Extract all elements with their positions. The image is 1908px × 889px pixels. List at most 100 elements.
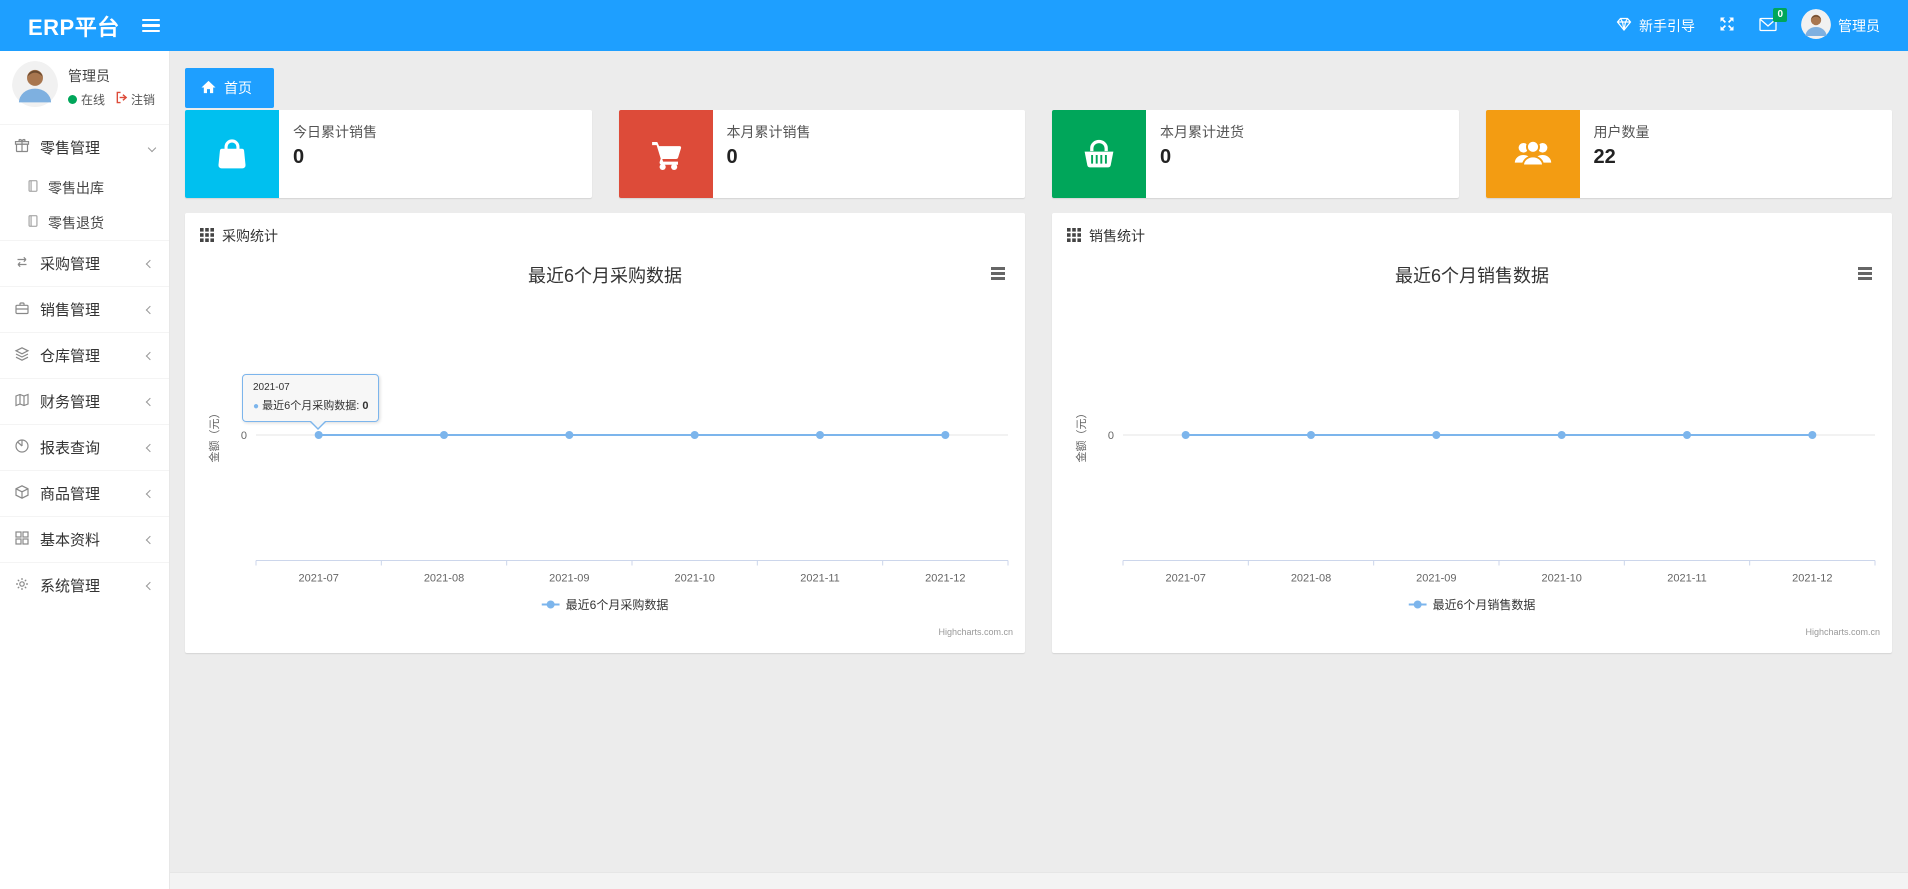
sidebar-item-retail-return[interactable]: 零售退货 <box>0 205 169 240</box>
gem-icon <box>1616 16 1632 35</box>
stat-card-label: 今日累计销售 <box>293 124 377 140</box>
stat-card-month-sales: 本月累计销售 0 <box>618 110 1025 198</box>
highcharts-credits[interactable]: Highcharts.com.cn <box>1805 627 1880 637</box>
sidebar-item-retail-outbound[interactable]: 零售出库 <box>0 170 169 205</box>
legend-label: 最近6个月销售数据 <box>1432 598 1536 612</box>
chart-title: 最近6个月采购数据 <box>527 266 682 286</box>
exchange-icon <box>14 254 30 274</box>
sidebar-item-warehouse[interactable]: 仓库管理 <box>0 332 169 378</box>
svg-text:2021-09: 2021-09 <box>1416 573 1456 585</box>
sidebar-item-retail[interactable]: 零售管理 <box>0 124 169 170</box>
grid-icon <box>14 530 30 550</box>
tab-home-label: 首页 <box>224 80 252 96</box>
guide-link[interactable]: 新手引导 <box>1616 16 1695 36</box>
cart-icon <box>618 110 713 198</box>
submenu-item-label: 零售退货 <box>48 214 104 231</box>
sidebar-item-label: 商品管理 <box>40 486 101 503</box>
document-icon <box>26 179 40 196</box>
tooltip-value: 0 <box>362 400 369 412</box>
guide-label: 新手引导 <box>1639 17 1695 34</box>
chevron-left-icon <box>145 397 155 406</box>
svg-text:2021-10: 2021-10 <box>1541 573 1581 585</box>
mail-badge: 0 <box>1773 7 1787 22</box>
stat-card-today-sales: 今日累计销售 0 <box>185 110 592 198</box>
sidebar-item-label: 基本资料 <box>40 532 101 549</box>
chart-tooltip: 2021-07 ● 最近6个月采购数据: 0 <box>242 374 380 430</box>
map-icon <box>14 392 30 412</box>
sidebar-item-label: 销售管理 <box>40 302 101 319</box>
stat-card-label: 本月累计进货 <box>1160 124 1244 140</box>
user-menu[interactable]: 管理员 <box>1801 9 1880 42</box>
sidebar-item-reports[interactable]: 报表查询 <box>0 424 169 470</box>
sidebar-item-basic-data[interactable]: 基本资料 <box>0 516 169 562</box>
sidebar-item-finance[interactable]: 财务管理 <box>0 378 169 424</box>
tooltip-series-label: 最近6个月采购数据: <box>262 400 360 412</box>
svg-text:2021-07: 2021-07 <box>1165 573 1205 585</box>
user-avatar <box>1801 9 1831 42</box>
highcharts-credits[interactable]: Highcharts.com.cn <box>938 627 1013 637</box>
svg-text:2021-08: 2021-08 <box>424 573 464 585</box>
tab-home[interactable]: 首页 <box>185 68 274 108</box>
sidebar-toggle-button[interactable] <box>136 10 166 42</box>
fullscreen-button[interactable] <box>1719 16 1735 35</box>
gear-icon <box>14 576 30 596</box>
chart-legend[interactable]: 最近6个月采购数据 <box>541 596 669 613</box>
svg-text:2021-09: 2021-09 <box>549 573 589 585</box>
pie-chart-icon <box>14 438 30 458</box>
retail-submenu: 零售出库 零售退货 <box>0 170 169 240</box>
stat-card-label: 本月累计销售 <box>726 124 811 140</box>
chevron-left-icon <box>145 489 155 498</box>
legend-label: 最近6个月采购数据 <box>565 598 669 612</box>
sidebar-item-products[interactable]: 商品管理 <box>0 470 169 516</box>
panel-title: 采购统计 <box>222 228 278 244</box>
online-status-icon <box>68 94 77 104</box>
stat-card-label: 用户数量 <box>1593 124 1650 140</box>
sales-chart[interactable]: 0 金额（元） 2021-07 2021-08 2021-09 2021-10 2021-1… <box>1052 246 1892 646</box>
charts-row: 采购统计 0 金额（元） 2021-07 2021-08 2021-09 2021-10 2… <box>185 213 1892 653</box>
logout-link[interactable]: 注销 <box>115 91 155 108</box>
svg-text:2021-10: 2021-10 <box>674 573 714 585</box>
layers-icon <box>14 346 30 366</box>
chevron-down-icon <box>147 143 157 152</box>
sidebar-item-label: 财务管理 <box>40 394 101 411</box>
svg-text:2021-11: 2021-11 <box>800 573 840 585</box>
stat-cards-row: 今日累计销售 0 本月累计销售 0 本月累计进货 0 用户数量 22 <box>185 110 1892 198</box>
th-grid-icon <box>200 227 214 245</box>
stat-card-value: 0 <box>293 146 305 168</box>
stat-card-value: 22 <box>1593 146 1616 168</box>
panel-title: 销售统计 <box>1089 228 1145 244</box>
purchase-stats-panel: 采购统计 0 金额（元） 2021-07 2021-08 2021-09 2021-10 2… <box>185 213 1025 653</box>
svg-text:2021-12: 2021-12 <box>1792 573 1832 585</box>
chart-export-menu-button[interactable] <box>988 264 1008 285</box>
chart-legend[interactable]: 最近6个月销售数据 <box>1408 596 1536 613</box>
svg-text:2021-11: 2021-11 <box>1667 573 1707 585</box>
chevron-left-icon <box>145 305 155 314</box>
app-brand: ERP平台 <box>28 14 120 40</box>
purchase-chart[interactable]: 0 金额（元） 2021-07 2021-08 2021-09 2021-10 2021-1… <box>185 246 1025 646</box>
svg-text:2021-08: 2021-08 <box>1291 573 1331 585</box>
sidebar-item-label: 仓库管理 <box>40 348 101 365</box>
sidebar-item-sales[interactable]: 销售管理 <box>0 286 169 332</box>
tooltip-category: 2021-07 <box>253 382 290 393</box>
briefcase-icon <box>14 300 30 320</box>
sidebar-user-panel: 管理员 在线 注销 <box>0 51 169 124</box>
sidebar-item-system[interactable]: 系统管理 <box>0 562 169 608</box>
chevron-left-icon <box>145 351 155 360</box>
stat-card-month-purchase: 本月累计进货 0 <box>1052 110 1459 198</box>
chart-export-menu-button[interactable] <box>1855 264 1875 285</box>
online-status-label: 在线 <box>81 92 106 107</box>
svg-text:金额（元）: 金额（元） <box>207 408 221 463</box>
logout-label: 注销 <box>131 92 156 107</box>
document-icon <box>26 214 40 231</box>
footer-strip <box>170 872 1908 889</box>
messages-button[interactable]: 0 <box>1759 7 1787 35</box>
home-icon <box>201 80 216 97</box>
sidebar-item-label: 零售管理 <box>40 140 101 157</box>
stat-card-value: 0 <box>726 146 738 168</box>
top-navbar: ERP平台 新手引导 0 管理员 <box>0 0 1908 51</box>
sidebar-item-purchase[interactable]: 采购管理 <box>0 240 169 286</box>
chevron-left-icon <box>145 443 155 452</box>
legend-marker-icon <box>541 598 560 612</box>
svg-text:2021-07: 2021-07 <box>298 573 338 585</box>
sidebar-item-label: 报表查询 <box>40 440 101 457</box>
